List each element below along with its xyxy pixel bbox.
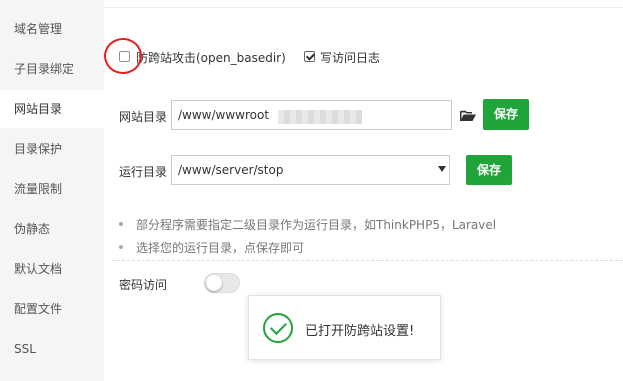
success-toast: 已打开防跨站设置! xyxy=(248,295,441,360)
site-directory-label: 网站目录 xyxy=(119,110,168,124)
password-access-label: 密码访问 xyxy=(119,278,168,292)
sidebar-item-ssl[interactable]: SSL xyxy=(0,330,104,368)
sidebar-item-subdirectory-binding[interactable]: 子目录绑定 xyxy=(0,50,104,88)
divider xyxy=(112,260,623,261)
tip-text: 选择您的运行目录，点保存即可 xyxy=(136,241,305,255)
sidebar-item-config-file[interactable]: 配置文件 xyxy=(0,290,104,328)
sidebar-item-traffic-limit[interactable]: 流量限制 xyxy=(0,170,104,208)
open-basedir-label[interactable]: 防跨站攻击(open_basedir) xyxy=(136,49,286,66)
sidebar-item-rewrite[interactable]: 伪静态 xyxy=(0,210,104,248)
access-log-label[interactable]: 写访问日志 xyxy=(320,49,380,66)
redacted-path-segment xyxy=(278,110,362,124)
sidebar: 域名管理 子目录绑定 网站目录 目录保护 流量限制 伪静态 默认文档 配置文件 … xyxy=(0,0,104,381)
password-access-toggle[interactable] xyxy=(204,273,240,293)
access-log-checkbox[interactable] xyxy=(304,51,315,62)
tip-text: 部分程序需要指定二级目录作为运行目录，如ThinkPHP5，Laravel xyxy=(136,218,497,232)
run-directory-select[interactable]: /www/server/stop xyxy=(171,155,450,185)
run-directory-save-button[interactable]: 保存 xyxy=(466,155,512,185)
site-directory-save-button[interactable]: 保存 xyxy=(483,99,529,130)
bullet-dot xyxy=(119,222,123,226)
sidebar-item-domain-management[interactable]: 域名管理 xyxy=(0,10,104,48)
run-directory-label: 运行目录 xyxy=(119,165,168,179)
sidebar-item-site-directory[interactable]: 网站目录 xyxy=(0,90,104,128)
folder-open-icon[interactable] xyxy=(460,110,476,122)
check-circle-icon xyxy=(263,313,293,343)
highlight-circle-annotation xyxy=(104,38,142,74)
site-settings-window: 域名管理 子目录绑定 网站目录 目录保护 流量限制 伪静态 默认文档 配置文件 … xyxy=(0,0,623,381)
toggle-knob xyxy=(206,275,222,291)
sidebar-item-default-document[interactable]: 默认文档 xyxy=(0,250,104,288)
toast-message: 已打开防跨站设置! xyxy=(305,324,415,339)
divider xyxy=(104,7,623,8)
sidebar-item-directory-protection[interactable]: 目录保护 xyxy=(0,130,104,168)
bullet-dot xyxy=(119,245,123,249)
chevron-down-icon[interactable] xyxy=(438,166,446,172)
